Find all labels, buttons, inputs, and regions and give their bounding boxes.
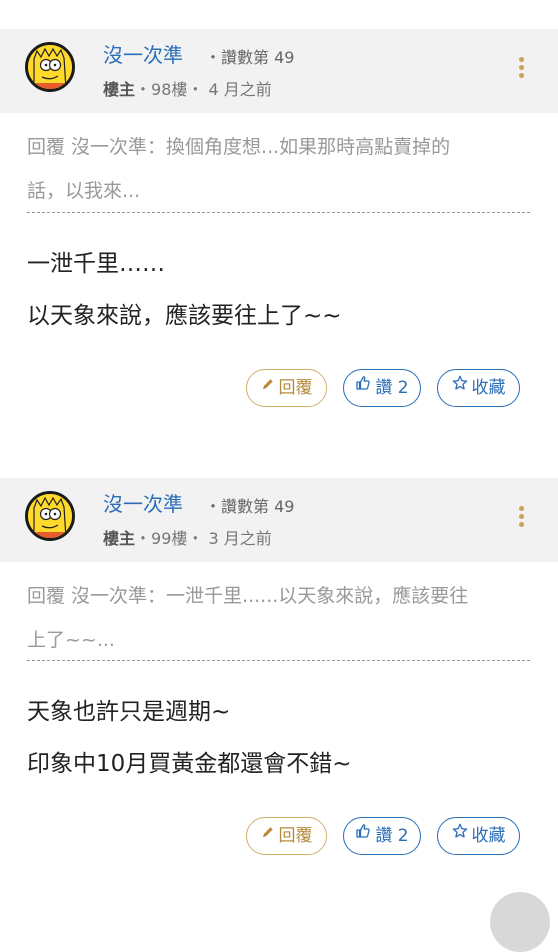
floating-action-button[interactable] — [490, 892, 550, 952]
star-icon — [452, 816, 468, 852]
pencil-icon — [261, 368, 275, 404]
content-line: 以天象來說，應該要往上了~~ — [27, 303, 342, 329]
favorite-label: 收藏 — [471, 826, 506, 846]
quote-line: 回覆 沒一次準：換個角度想...如果那時高點賣掉的 — [27, 136, 451, 158]
reply-label: 回覆 — [278, 826, 313, 846]
post-header: 沒一次準 ・讚數第 49 樓主・98樓・ 4 月之前 — [0, 29, 558, 113]
like-rank: ・讚數第 49 — [205, 48, 295, 67]
post-meta: 樓主・98樓・ 4 月之前 — [103, 76, 272, 100]
floor-number: ・98樓・ — [135, 80, 204, 99]
content-line: 印象中10月買黃金都還會不錯~ — [27, 751, 352, 777]
vertical-ellipsis-icon[interactable] — [514, 57, 528, 81]
thumbs-up-icon — [355, 368, 371, 404]
content-line: 一泄千里…… — [27, 251, 165, 277]
post-content: 天象也許只是週期~ 印象中10月買黃金都還會不錯~ — [27, 699, 530, 777]
content-line: 天象也許只是週期~ — [27, 699, 231, 725]
like-button[interactable]: 讚 2 — [343, 369, 421, 407]
quoted-reply[interactable]: 回覆 沒一次準：一泄千里......以天象來說，應該要往 上了~~... — [27, 574, 530, 662]
favorite-label: 收藏 — [471, 378, 506, 398]
post-99: 沒一次準 ・讚數第 49 樓主・99樓・ 3 月之前 回覆 沒一次準：一泄千里.… — [0, 478, 558, 898]
author-name[interactable]: 沒一次準 — [103, 488, 183, 517]
star-icon — [452, 368, 468, 404]
reply-label: 回覆 — [278, 378, 313, 398]
favorite-button[interactable]: 收藏 — [437, 817, 520, 855]
avatar-image — [28, 45, 72, 89]
quote-line: 回覆 沒一次準：一泄千里......以天象來說，應該要往 — [27, 585, 469, 607]
role-badge: 樓主 — [103, 80, 136, 99]
quote-divider — [27, 660, 530, 661]
post-98: 沒一次準 ・讚數第 49 樓主・98樓・ 4 月之前 回覆 沒一次準：換個角度想… — [0, 29, 558, 449]
quote-line: 上了~~... — [27, 629, 115, 651]
role-badge: 樓主 — [103, 529, 136, 548]
reply-button[interactable]: 回覆 — [246, 369, 327, 407]
post-header: 沒一次準 ・讚數第 49 樓主・99樓・ 3 月之前 — [0, 478, 558, 562]
author-name[interactable]: 沒一次準 — [103, 39, 183, 68]
post-meta: 樓主・99樓・ 3 月之前 — [103, 525, 272, 549]
post-content: 一泄千里…… 以天象來說，應該要往上了~~ — [27, 251, 530, 329]
like-label: 讚 2 — [375, 826, 409, 846]
quoted-reply[interactable]: 回覆 沒一次準：換個角度想...如果那時高點賣掉的 話，以我來... — [27, 125, 530, 213]
pencil-icon — [261, 816, 275, 852]
quote-line: 話，以我來... — [27, 180, 141, 202]
like-label: 讚 2 — [375, 378, 409, 398]
thumbs-up-icon — [355, 816, 371, 852]
like-button[interactable]: 讚 2 — [343, 817, 421, 855]
user-avatar[interactable] — [25, 42, 75, 92]
post-time: 4 月之前 — [208, 80, 272, 99]
floor-number: ・99樓・ — [135, 529, 204, 548]
user-avatar[interactable] — [25, 491, 75, 541]
avatar-image — [28, 494, 72, 538]
favorite-button[interactable]: 收藏 — [437, 369, 520, 407]
quote-divider — [27, 212, 530, 213]
like-rank: ・讚數第 49 — [205, 497, 295, 516]
vertical-ellipsis-icon[interactable] — [514, 506, 528, 530]
post-time: 3 月之前 — [208, 529, 272, 548]
reply-button[interactable]: 回覆 — [246, 817, 327, 855]
